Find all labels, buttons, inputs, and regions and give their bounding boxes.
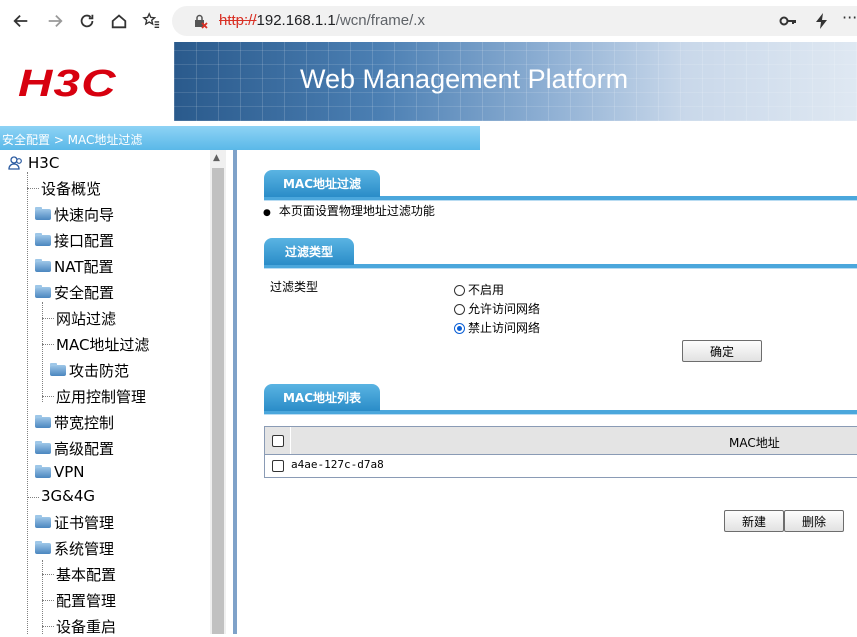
- home-icon[interactable]: [106, 8, 132, 34]
- favorites-icon[interactable]: [138, 8, 164, 34]
- folder-icon: [35, 464, 51, 478]
- reload-icon[interactable]: [74, 8, 100, 34]
- header-banner: H3C Web Management Platform: [0, 42, 857, 121]
- folder-icon: [35, 233, 51, 246]
- tree-root-label: H3C: [28, 154, 60, 172]
- h3c-logo: H3C: [18, 63, 117, 105]
- section-filter-type-header: 过滤类型: [264, 238, 857, 270]
- section-mac-filter-header: MAC地址过滤: [264, 170, 857, 202]
- table-header-row: MAC地址: [265, 427, 857, 455]
- lightning-icon[interactable]: [812, 11, 832, 31]
- column-header-mac: MAC地址: [729, 436, 780, 450]
- sidebar-item-advanced[interactable]: 高级配置: [35, 438, 114, 459]
- sidebar-item-app-control[interactable]: 应用控制管理: [56, 386, 146, 407]
- sidebar-item-basic-config[interactable]: 基本配置: [56, 564, 116, 585]
- browser-toolbar: http://192.168.1.1/wcn/frame/.x ···: [0, 0, 857, 43]
- sidebar-item-interface[interactable]: 接口配置: [35, 230, 114, 251]
- section-title: 过滤类型: [264, 238, 354, 265]
- folder-icon: [35, 207, 51, 220]
- section-mac-list-header: MAC地址列表: [264, 384, 857, 416]
- address-bar[interactable]: http://192.168.1.1/wcn/frame/.x ···: [172, 6, 857, 36]
- sidebar-item-system[interactable]: 系统管理: [35, 538, 114, 559]
- main-content: MAC地址过滤 ● 本页面设置物理地址过滤功能 过滤类型 过滤类型 不启用 允许访…: [237, 150, 857, 634]
- breadcrumb-bar: 安全配置 > MAC地址过滤: [0, 121, 857, 150]
- sidebar-item-config-management[interactable]: 配置管理: [56, 590, 116, 611]
- radio-button[interactable]: [454, 304, 465, 315]
- url-text[interactable]: http://192.168.1.1/wcn/frame/.x: [219, 12, 425, 29]
- new-button[interactable]: 新建: [724, 510, 784, 532]
- folder-icon: [35, 259, 51, 272]
- tree-root[interactable]: H3C: [8, 154, 59, 172]
- radio-allow-option[interactable]: 允许访问网络: [454, 300, 540, 317]
- banner-image: Web Management Platform: [174, 42, 857, 121]
- radio-button[interactable]: [454, 285, 465, 296]
- sidebar-item-nat[interactable]: NAT配置: [35, 256, 113, 277]
- sidebar-tree: H3C 设备概览 快速向导 接口配置 NAT配置 安全配置 网站过滤 MAC地址…: [0, 150, 233, 636]
- sidebar-item-certificate[interactable]: 证书管理: [35, 512, 114, 533]
- sidebar-item-mac-filter[interactable]: MAC地址过滤: [56, 334, 149, 355]
- description: ● 本页面设置物理地址过滤功能: [263, 204, 435, 218]
- radio-deny-option[interactable]: 禁止访问网络: [454, 319, 540, 336]
- sidebar-item-3g4g[interactable]: 3G&4G: [41, 487, 95, 505]
- section-title: MAC地址过滤: [264, 170, 380, 197]
- folder-icon: [50, 363, 66, 376]
- table-row[interactable]: a4ae-127c-d7a8: [265, 454, 857, 478]
- mac-table: MAC地址 a4ae-127c-d7a8: [264, 426, 857, 478]
- confirm-button[interactable]: 确定: [682, 340, 762, 362]
- folder-open-icon: [35, 541, 51, 554]
- folder-icon: [35, 515, 51, 528]
- sidebar-item-website-filter[interactable]: 网站过滤: [56, 308, 116, 329]
- delete-button[interactable]: 删除: [784, 510, 844, 532]
- breadcrumb: 安全配置 > MAC地址过滤: [2, 133, 143, 147]
- filter-type-label: 过滤类型: [270, 280, 319, 294]
- radio-disabled-option[interactable]: 不启用: [454, 281, 504, 298]
- row-checkbox[interactable]: [272, 460, 284, 472]
- scroll-up-icon[interactable]: ▲: [213, 153, 220, 163]
- section-title: MAC地址列表: [264, 384, 380, 411]
- back-icon[interactable]: [8, 8, 34, 34]
- sidebar-item-bandwidth[interactable]: 带宽控制: [35, 412, 114, 433]
- sidebar-item-attack-defense[interactable]: 攻击防范: [50, 360, 129, 381]
- insecure-lock-icon[interactable]: [192, 13, 208, 29]
- sidebar-item-device-overview[interactable]: 设备概览: [41, 178, 101, 199]
- select-all-checkbox[interactable]: [272, 435, 284, 447]
- key-icon[interactable]: [778, 11, 798, 31]
- radio-button-selected[interactable]: [454, 323, 465, 334]
- more-icon[interactable]: ···: [842, 8, 857, 28]
- folder-icon: [35, 415, 51, 428]
- sidebar-item-security[interactable]: 安全配置: [35, 282, 114, 303]
- folder-icon: [35, 441, 51, 454]
- users-icon: [8, 156, 22, 170]
- banner-title: Web Management Platform: [300, 64, 629, 94]
- sidebar-scroll-thumb[interactable]: [212, 168, 224, 634]
- mac-address-cell: a4ae-127c-d7a8: [291, 458, 384, 471]
- sidebar-item-vpn[interactable]: VPN: [35, 463, 85, 481]
- folder-open-icon: [35, 285, 51, 298]
- sidebar-item-quick-wizard[interactable]: 快速向导: [35, 204, 114, 225]
- forward-icon[interactable]: [42, 8, 68, 34]
